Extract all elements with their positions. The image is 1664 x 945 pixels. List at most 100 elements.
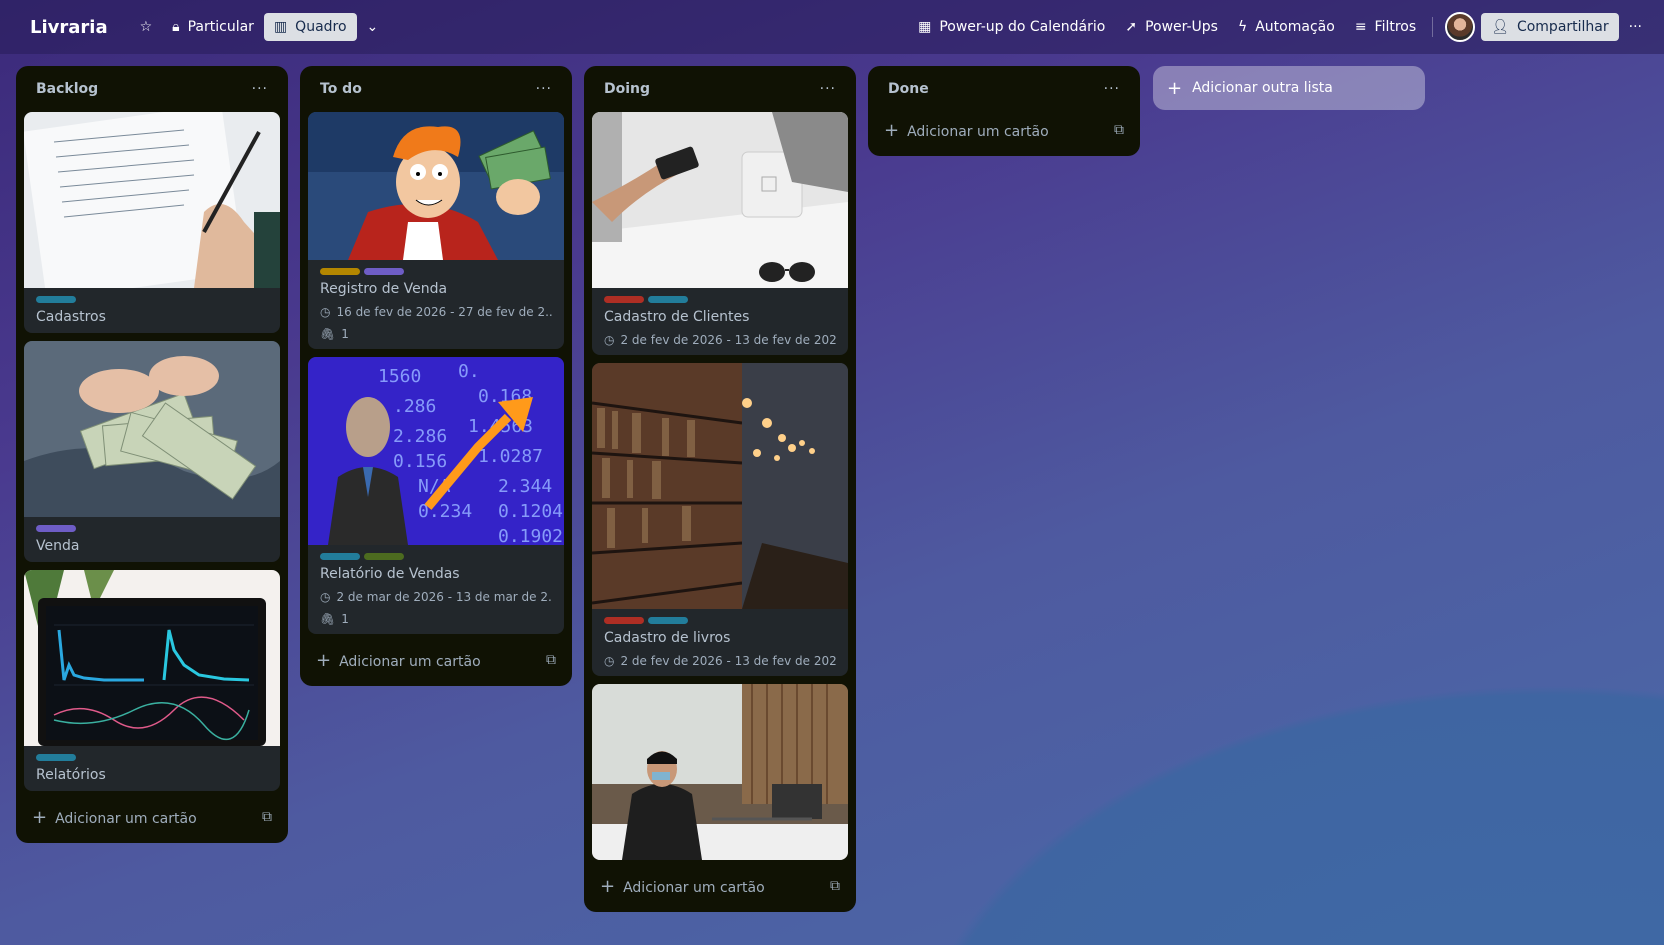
due-date-badge[interactable]: ◷ 2 de fev de 2026 - 13 de fev de 2026 (604, 333, 836, 347)
svg-text:0.1902: 0.1902 (498, 526, 563, 545)
card[interactable]: Venda (24, 341, 280, 562)
view-label: Quadro (295, 19, 347, 35)
label (604, 296, 644, 303)
share-button[interactable]: 👤︎ Compartilhar (1481, 13, 1619, 41)
more-options-button[interactable]: ··· (1619, 14, 1652, 40)
list-header: To do ··· (308, 66, 564, 112)
card[interactable]: 1560 0. .286 0.168 2.286 1.4563 0.156 1.0287… (308, 357, 564, 634)
card-template-icon[interactable]: ⧉ (262, 809, 272, 825)
card-cover-image (308, 112, 564, 260)
visibility-button[interactable]: 🔒︎ Particular (162, 13, 264, 41)
card[interactable]: Cadastro de Clientes ◷ 2 de fev de 2026 … (592, 112, 848, 355)
card-cover-image (592, 112, 848, 288)
card-cover-image (24, 570, 280, 746)
label (648, 296, 688, 303)
card-title: Relatório de Vendas (320, 566, 460, 582)
attachment-count: 1 (341, 612, 349, 626)
label (36, 754, 76, 761)
plus-icon: + (32, 806, 48, 828)
svg-text:0.156: 0.156 (393, 451, 447, 472)
card-title: Registro de Venda (320, 281, 448, 297)
add-card-button[interactable]: + Adicionar um cartão ⧉ (308, 642, 564, 678)
label (36, 525, 76, 532)
card-title: Relatórios (36, 767, 106, 783)
add-person-icon: 👤︎ (1491, 19, 1509, 35)
automation-button[interactable]: ϟ Automação (1228, 13, 1345, 41)
add-card-button[interactable]: + Adicionar um cartão ⧉ (24, 799, 280, 835)
powerups-button[interactable]: ➚ Power-Ups (1115, 13, 1228, 41)
card[interactable] (592, 684, 848, 860)
list-title[interactable]: Backlog (36, 81, 98, 97)
list-doing: Doing ··· Cadastro de Clientes ◷ 2 de fe… (584, 66, 856, 912)
svg-text:2.344: 2.344 (498, 476, 552, 497)
due-date-text: 2 de fev de 2026 - 13 de fev de 2026 (620, 333, 836, 347)
add-card-button[interactable]: + Adicionar um cartão ⧉ (876, 112, 1132, 148)
card[interactable]: Registro de Venda ◷ 16 de fev de 2026 - … (308, 112, 564, 349)
star-button[interactable]: ☆ (130, 14, 163, 40)
card[interactable]: Cadastro de livros ◷ 2 de fev de 2026 - … (592, 363, 848, 676)
automation-label: Automação (1255, 19, 1335, 35)
lightning-icon: ϟ (1237, 19, 1248, 35)
add-card-button[interactable]: + Adicionar um cartão ⧉ (592, 868, 848, 904)
filters-label: Filtros (1374, 19, 1417, 35)
paperclip-icon: 🖇︎ (320, 612, 336, 626)
list-menu-icon[interactable]: ··· (1104, 81, 1120, 97)
list-header: Doing ··· (592, 66, 848, 112)
star-icon: ☆ (139, 19, 153, 35)
list-menu-icon[interactable]: ··· (252, 81, 268, 97)
label (364, 268, 404, 275)
card-cover-image (592, 684, 848, 860)
due-date-badge[interactable]: ◷ 2 de mar de 2026 - 13 de mar de 2... (320, 590, 552, 604)
card-title: Venda (36, 538, 80, 554)
divider (1432, 17, 1434, 37)
plus-icon: + (1167, 77, 1183, 99)
card-title: Cadastro de livros (604, 630, 731, 646)
label (604, 617, 644, 624)
share-label: Compartilhar (1516, 19, 1609, 35)
card-template-icon[interactable]: ⧉ (830, 878, 840, 894)
add-card-label: Adicionar um cartão (907, 123, 1049, 140)
card[interactable]: Relatórios (24, 570, 280, 791)
list-title[interactable]: Doing (604, 81, 650, 97)
svg-text:1.0287: 1.0287 (478, 446, 543, 467)
card-template-icon[interactable]: ⧉ (1114, 122, 1124, 138)
label (320, 268, 360, 275)
due-date-badge[interactable]: ◷ 2 de fev de 2026 - 13 de fev de 2026 (604, 654, 836, 668)
attachment-badge: 🖇︎ 1 (320, 327, 552, 341)
board-header: Livraria ☆ 🔒︎ Particular ▥ Quadro ⌄ ▦ Po… (0, 0, 1664, 54)
board-title[interactable]: Livraria (30, 17, 108, 38)
list-menu-icon[interactable]: ··· (536, 81, 552, 97)
due-date-text: 16 de fev de 2026 - 27 de fev de 2... (336, 305, 552, 319)
view-board-button[interactable]: ▥ Quadro (263, 13, 357, 41)
card-cover-image (24, 341, 280, 517)
list-title[interactable]: To do (320, 81, 362, 97)
visibility-label: Particular (187, 19, 254, 35)
attachment-badge: 🖇︎ 1 (320, 612, 552, 626)
svg-text:1560: 1560 (378, 366, 421, 387)
card[interactable]: Cadastros (24, 112, 280, 333)
card-cover-image (592, 363, 848, 609)
avatar[interactable] (1445, 12, 1476, 42)
calendar-icon: ▦ (918, 19, 932, 35)
calendar-powerup-button[interactable]: ▦ Power-up do Calendário (908, 13, 1115, 41)
due-date-badge[interactable]: ◷ 16 de fev de 2026 - 27 de fev de 2... (320, 305, 552, 319)
add-list-button[interactable]: + Adicionar outra lista (1153, 66, 1425, 110)
clock-icon: ◷ (320, 590, 331, 604)
add-card-label: Adicionar um cartão (339, 653, 481, 670)
calendar-powerup-label: Power-up do Calendário (939, 19, 1106, 35)
add-card-label: Adicionar um cartão (55, 810, 197, 827)
list-title[interactable]: Done (888, 81, 929, 97)
card-title: Cadastro de Clientes (604, 309, 750, 325)
list-menu-icon[interactable]: ··· (820, 81, 836, 97)
filters-button[interactable]: ≡ Filtros (1345, 13, 1426, 41)
svg-text:2.286: 2.286 (393, 426, 447, 447)
label (364, 553, 404, 560)
clock-icon: ◷ (604, 654, 615, 668)
card-template-icon[interactable]: ⧉ (546, 652, 556, 668)
label (648, 617, 688, 624)
view-switcher-button[interactable]: ⌄ (357, 14, 389, 40)
card-title: Cadastros (36, 309, 106, 325)
due-date-text: 2 de mar de 2026 - 13 de mar de 2... (336, 590, 552, 604)
list-done: Done ··· + Adicionar um cartão ⧉ (868, 66, 1140, 156)
list-header: Done ··· (876, 66, 1132, 112)
